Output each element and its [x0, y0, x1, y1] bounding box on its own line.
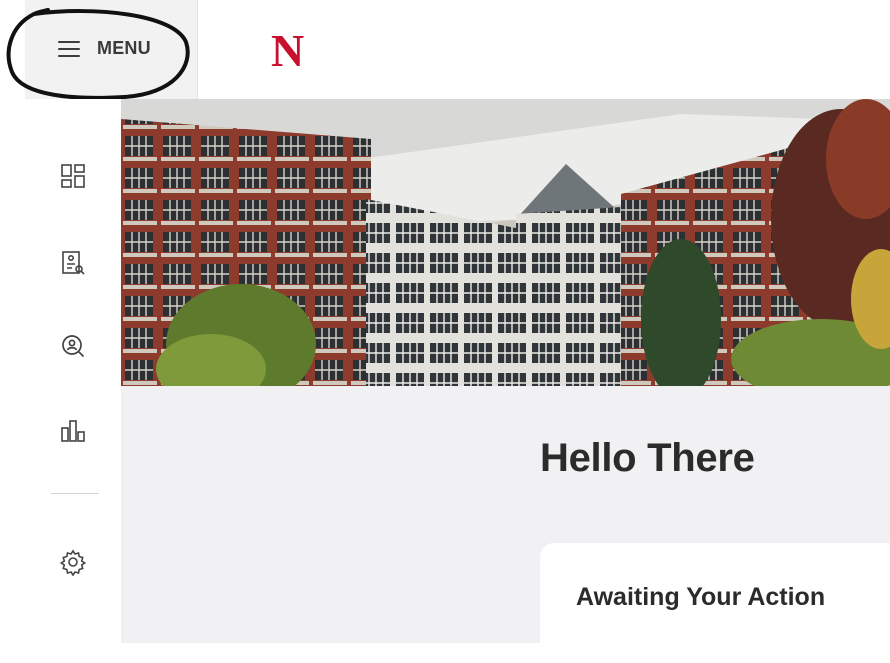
dashboard-icon[interactable] [59, 162, 87, 190]
side-rail [25, 99, 121, 643]
university-logo[interactable]: N [271, 24, 304, 77]
main-content: Hello There Awaiting Your Action [121, 386, 890, 663]
rail-divider [51, 493, 99, 494]
hamburger-icon [58, 40, 80, 57]
page-title: Hello There [540, 436, 755, 480]
card-title: Awaiting Your Action [576, 583, 826, 611]
menu-label: MENU [97, 38, 151, 58]
bar-chart-icon[interactable] [59, 417, 87, 445]
menu-button[interactable]: MENU [25, 0, 198, 99]
awaiting-action-card[interactable]: Awaiting Your Action [540, 543, 890, 663]
hero-banner-image [121, 99, 890, 386]
report-search-icon[interactable] [59, 249, 87, 277]
search-person-icon[interactable] [59, 332, 87, 360]
top-header: MENU N [0, 0, 890, 100]
gear-icon[interactable] [59, 548, 87, 576]
